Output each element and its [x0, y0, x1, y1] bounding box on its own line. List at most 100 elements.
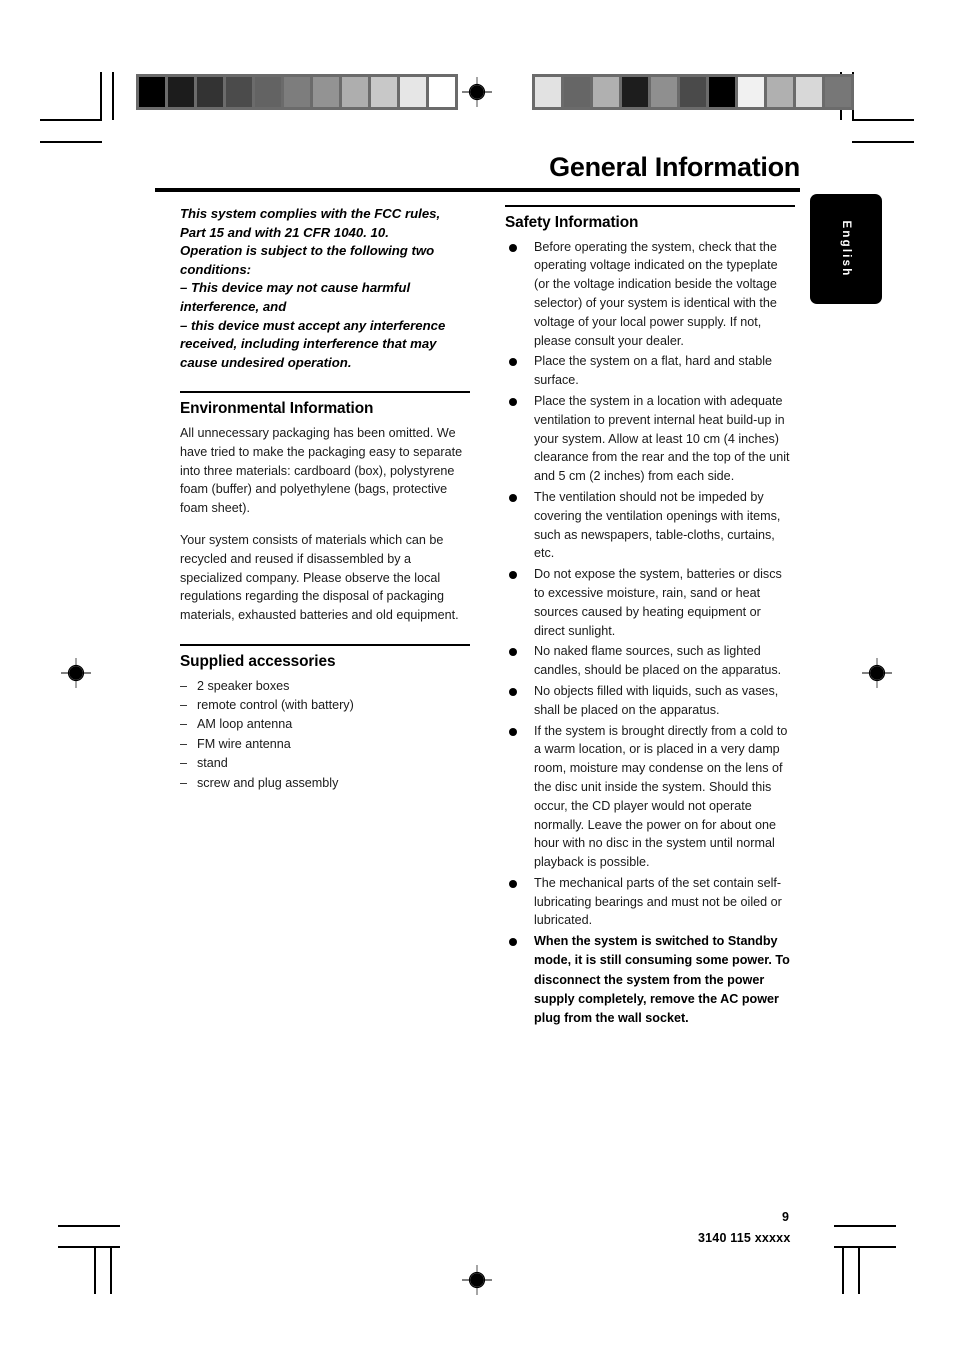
crop-mark-top-left-vertical	[100, 72, 102, 120]
gray-patch	[593, 77, 619, 107]
list-item: If the system is brought directly from a…	[505, 722, 795, 872]
fcc-line: Operation is subject to the following tw…	[180, 243, 435, 259]
registration-mark-right	[862, 658, 892, 688]
gray-patch	[226, 77, 252, 107]
list-item-label: Place the system in a location with adeq…	[534, 393, 790, 484]
list-item-label: Place the system on a flat, hard and sta…	[534, 354, 773, 388]
registration-mark-left	[61, 658, 91, 688]
list-item-label: No naked flame sources, such as lighted …	[534, 644, 782, 678]
crop-mark-bottom-left-bleed	[110, 1246, 112, 1294]
crop-mark-bottom-left-outer	[58, 1225, 120, 1227]
gray-patch	[255, 77, 281, 107]
list-item-label: stand	[197, 756, 228, 771]
list-item: – screw and plug assembly	[180, 774, 470, 793]
dash-marker: –	[180, 775, 188, 790]
crop-mark-top-left-outer	[40, 141, 102, 143]
list-item-label: The ventilation should not be impeded by…	[534, 489, 781, 561]
gray-scale-bar-right	[532, 74, 854, 110]
fcc-line: cause undesired operation.	[180, 354, 352, 370]
section-rule-environmental	[180, 391, 470, 393]
list-item-label: If the system is brought directly from a…	[534, 723, 788, 870]
bullet-icon	[509, 648, 517, 657]
crop-mark-top-right-outer	[852, 141, 914, 143]
list-item: No objects filled with liquids, such as …	[505, 682, 795, 720]
list-item: The mechanical parts of the set contain …	[505, 874, 795, 930]
gray-patch	[429, 77, 455, 107]
gray-patch	[738, 77, 764, 107]
section-rule-accessories	[180, 643, 470, 646]
list-item: Place the system in a location with adeq…	[505, 392, 795, 486]
bullet-icon	[509, 358, 517, 367]
bullet-icon	[509, 243, 517, 252]
gray-patch	[284, 77, 310, 107]
gray-patch	[313, 77, 339, 107]
fcc-line: received, including interference that ma…	[180, 336, 437, 352]
fcc-line: conditions:	[180, 261, 252, 277]
page-number: 9	[782, 1210, 789, 1224]
registration-mark-top	[462, 77, 492, 107]
gray-patch	[197, 77, 223, 107]
header-rule	[155, 188, 800, 192]
section-heading-accessories: Supplied accessories	[180, 652, 336, 670]
list-item: No naked flame sources, such as lighted …	[505, 642, 795, 680]
list-item-label: 2 speaker boxes	[197, 678, 290, 693]
bullet-icon	[509, 493, 517, 502]
gray-patch	[371, 77, 397, 107]
list-item-label: When the system is switched to Standby m…	[534, 934, 790, 1026]
fcc-line: This system complies with the FCC rules,	[180, 206, 441, 221]
bullet-icon	[509, 879, 517, 888]
list-item: – AM loop antenna	[180, 715, 470, 734]
fcc-line: Part 15 and with 21 CFR 1040. 10.	[180, 224, 389, 240]
list-item: The ventilation should not be impeded by…	[505, 488, 795, 563]
list-item-label: FM wire antenna	[197, 736, 291, 751]
list-item: Place the system on a flat, hard and sta…	[505, 352, 795, 390]
accessories-list: –2 speaker boxes – remote control (with b…	[180, 677, 470, 793]
dash-marker: –	[180, 678, 188, 693]
registration-mark-bottom	[462, 1265, 492, 1295]
gray-scale-bar-left	[136, 74, 458, 110]
gray-patch	[825, 77, 851, 107]
fcc-line: interference, and	[180, 298, 287, 314]
gray-patch	[535, 77, 561, 107]
dash-marker: –	[180, 717, 188, 732]
list-item: –2 speaker boxes	[180, 677, 470, 696]
gray-patch	[564, 77, 590, 107]
crop-mark-bottom-left-vertical	[94, 1246, 96, 1294]
crop-mark-bottom-right-bleed	[842, 1246, 844, 1294]
language-tab-label: English	[840, 220, 852, 278]
section-heading-environmental: Environmental Information	[180, 399, 374, 417]
crop-mark-bottom-right-outer	[834, 1225, 896, 1227]
language-tab-english: English	[810, 194, 882, 304]
gray-patch	[139, 77, 165, 107]
page-title: General Information	[549, 152, 800, 182]
list-item-label: Do not expose the system, batteries or d…	[534, 567, 782, 638]
crop-mark-bottom-right-vertical	[858, 1246, 860, 1294]
list-item-label: remote control (with battery)	[197, 697, 354, 712]
bullet-icon	[509, 397, 517, 406]
fcc-compliance-statement: This system complies with the FCC rules,…	[180, 205, 470, 372]
list-item-label: Before operating the system, check that …	[534, 239, 778, 348]
gray-patch	[680, 77, 706, 107]
crop-mark-top-left-bleed	[112, 72, 114, 120]
gray-patch	[400, 77, 426, 107]
environmental-paragraph: All unnecessary packaging has been omitt…	[180, 425, 463, 516]
list-item: Before operating the system, check that …	[505, 238, 795, 351]
list-item-label: screw and plug assembly	[197, 775, 339, 790]
gray-patch	[342, 77, 368, 107]
list-item-label: No objects filled with liquids, such as …	[534, 683, 779, 717]
list-item-label: AM loop antenna	[197, 717, 293, 732]
gray-patch	[796, 77, 822, 107]
gray-patch	[767, 77, 793, 107]
list-item: – stand	[180, 754, 470, 773]
dash-marker: –	[180, 697, 188, 712]
gray-patch	[709, 77, 735, 107]
list-item: – FM wire antenna	[180, 735, 470, 754]
dash-marker: –	[180, 736, 188, 751]
gray-patch	[168, 77, 194, 107]
right-column: Safety Information Before operating the …	[505, 205, 795, 1030]
list-item: Do not expose the system, batteries or d…	[505, 565, 795, 640]
section-rule-safety	[505, 205, 795, 207]
crop-mark-top-left-horizontal	[40, 119, 102, 121]
document-code: 3140 115 xxxxx	[698, 1231, 791, 1245]
crop-mark-top-right-horizontal	[852, 119, 914, 121]
